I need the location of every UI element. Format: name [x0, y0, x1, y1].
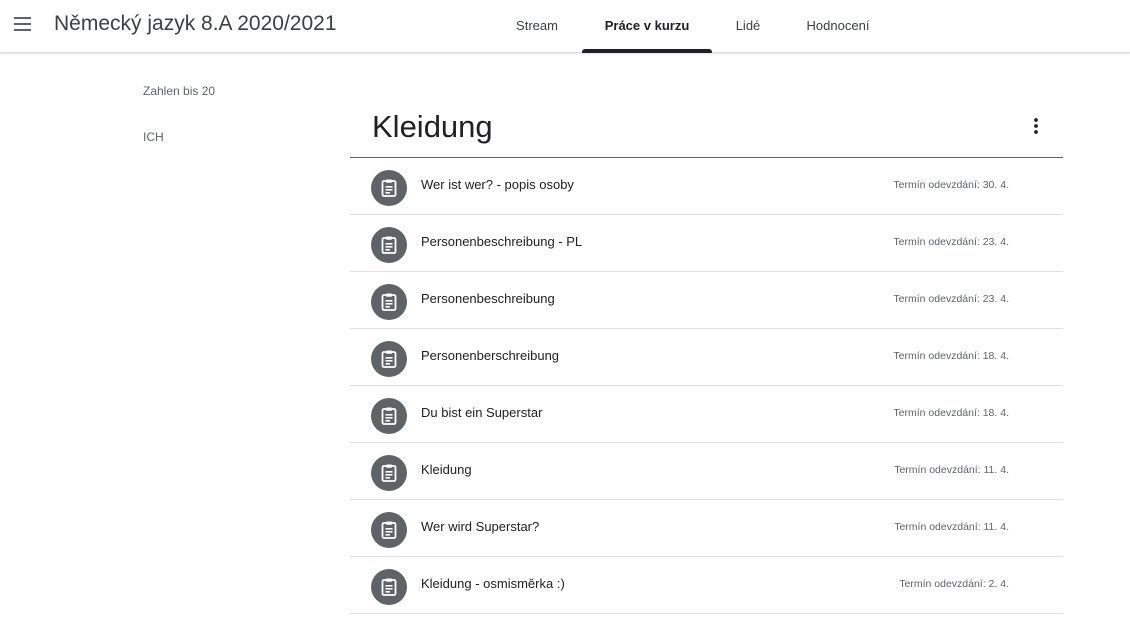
top-app-bar: Německý jazyk 8.A 2020/2021 Stream Práce… [0, 0, 1130, 53]
assignment-clipboard-icon [371, 341, 407, 377]
assignment-clipboard-icon [371, 512, 407, 548]
assignment-clipboard-icon [371, 227, 407, 263]
active-tab-indicator [582, 49, 712, 53]
section-more-button[interactable] [1021, 111, 1051, 141]
assignment-list: Wer ist wer? - popis osoby Termín odevzdá… [350, 158, 1063, 614]
assignment-clipboard-icon [371, 455, 407, 491]
section-title: Kleidung [372, 109, 493, 144]
assignment-row[interactable]: Du bist ein Superstar Termín odevzdání: 1… [350, 386, 1063, 443]
tab-label: Lidé [735, 18, 761, 33]
assignment-clipboard-icon [371, 170, 407, 206]
assignment-due-date: Termín odevzdání: 30. 4. [893, 179, 1009, 191]
tab-label: Stream [516, 18, 558, 33]
assignment-due-date: Termín odevzdání: 18. 4. [893, 350, 1009, 362]
assignment-title: Kleidung - osmisměrka :) [421, 576, 565, 591]
assignment-due-date: Termín odevzdání: 18. 4. [893, 407, 1009, 419]
assignment-row[interactable]: Wer wird Superstar? Termín odevzdání: 11.… [350, 500, 1063, 557]
assignment-due-date: Termín odevzdání: 2. 4. [899, 578, 1009, 590]
assignment-clipboard-icon [371, 284, 407, 320]
assignment-title: Personenbeschreibung - PL [421, 234, 583, 249]
tab-label: Hodnocení [806, 18, 870, 33]
assignment-row[interactable]: Kleidung - osmisměrka :) Termín odevzdání… [350, 557, 1063, 614]
assignment-title: Wer wird Superstar? [421, 519, 540, 534]
assignment-due-date: Termín odevzdání: 23. 4. [893, 236, 1009, 248]
assignment-due-date: Termín odevzdání: 11. 4. [894, 521, 1009, 533]
tab-label: Práce v kurzu [604, 18, 690, 33]
assignment-row[interactable]: Personenberschreibung Termín odevzdání: 1… [350, 329, 1063, 386]
assignment-clipboard-icon [371, 569, 407, 605]
assignment-title: Personenbeschreibung [421, 291, 555, 306]
tab-stream[interactable]: Stream [503, 0, 571, 52]
tab-classwork[interactable]: Práce v kurzu [582, 0, 712, 53]
assignment-title: Du bist ein Superstar [421, 405, 543, 420]
topic-link-zahlen[interactable]: Zahlen bis 20 [143, 84, 215, 98]
course-title[interactable]: Německý jazyk 8.A 2020/2021 [54, 10, 337, 38]
assignment-title: Wer ist wer? - popis osoby [421, 177, 574, 192]
tab-people[interactable]: Lidé [723, 0, 773, 52]
assignment-row[interactable]: Personenbeschreibung Termín odevzdání: 23… [350, 272, 1063, 329]
main-menu-button[interactable] [6, 7, 42, 43]
assignment-due-date: Termín odevzdání: 23. 4. [893, 293, 1009, 305]
assignment-due-date: Termín odevzdání: 11. 4. [894, 464, 1009, 476]
more-vertical-icon [1034, 118, 1038, 134]
assignment-clipboard-icon [371, 398, 407, 434]
assignment-row[interactable]: Kleidung Termín odevzdání: 11. 4. [350, 443, 1063, 500]
assignment-row[interactable]: Personenbeschreibung - PL Termín odevzdán… [350, 215, 1063, 272]
tab-grades[interactable]: Hodnocení [795, 0, 881, 52]
hamburger-menu-icon [14, 17, 31, 31]
assignment-title: Kleidung [421, 462, 472, 477]
assignment-row[interactable]: Wer ist wer? - popis osoby Termín odevzdá… [350, 158, 1063, 215]
assignment-title: Personenberschreibung [421, 348, 560, 363]
topic-link-ich[interactable]: ICH [143, 130, 164, 144]
